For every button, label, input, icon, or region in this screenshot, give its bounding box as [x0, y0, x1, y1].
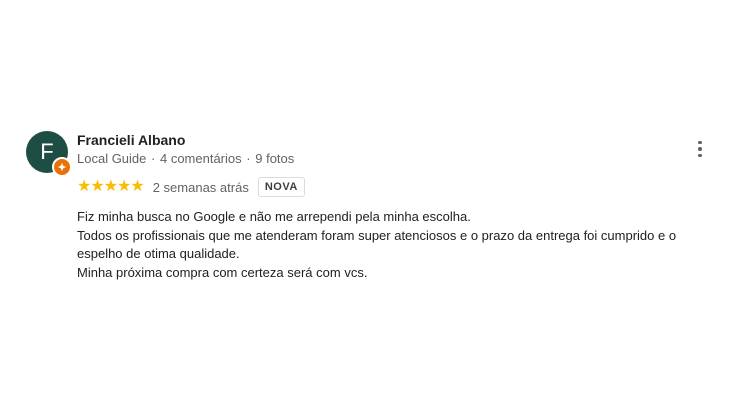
more-vert-icon-dot [698, 147, 702, 151]
review-text-line: espelho de otima qualidade. [77, 246, 240, 261]
photos-count: 9 fotos [255, 151, 295, 166]
new-badge: NOVA [257, 177, 305, 197]
review-card: F Francieli Albano Local Guide · 4 comen… [24, 131, 750, 301]
author-name[interactable]: Francieli Albano [77, 132, 185, 148]
author-meta: Local Guide · 4 comentários · 9 fotos [77, 151, 294, 166]
star-icon: ★ [130, 178, 144, 195]
review-text: Fiz minha busca no Google e não me arrep… [77, 208, 750, 282]
star-icon: ★ [103, 178, 118, 195]
comments-count: 4 comentários [159, 151, 242, 166]
rating-row: ★★★★★ 2 semanas atrás NOVA [77, 176, 305, 198]
star-rating: ★★★★★ [77, 178, 145, 195]
local-guide-badge-icon [52, 157, 72, 177]
more-vert-icon [698, 140, 702, 145]
review-time: 2 semanas atrás [152, 179, 249, 195]
more-options-button[interactable] [690, 139, 710, 159]
review-text-line: Minha próxima compra com certeza será co… [77, 264, 368, 280]
meta-separator: · [151, 151, 156, 166]
more-vert-icon-dot [698, 153, 702, 158]
author-status: Local Guide [77, 151, 147, 166]
review-text-line: Todos os profissionais que me atenderam … [77, 227, 677, 243]
star-icon: ★ [90, 178, 104, 195]
avatar-letter: F [40, 139, 54, 164]
review-text-line: Fiz minha busca no Google e não me arrep… [77, 209, 471, 224]
star-icon: ★ [117, 178, 131, 195]
star-icon: ★ [77, 178, 91, 195]
meta-separator: · [246, 151, 251, 166]
